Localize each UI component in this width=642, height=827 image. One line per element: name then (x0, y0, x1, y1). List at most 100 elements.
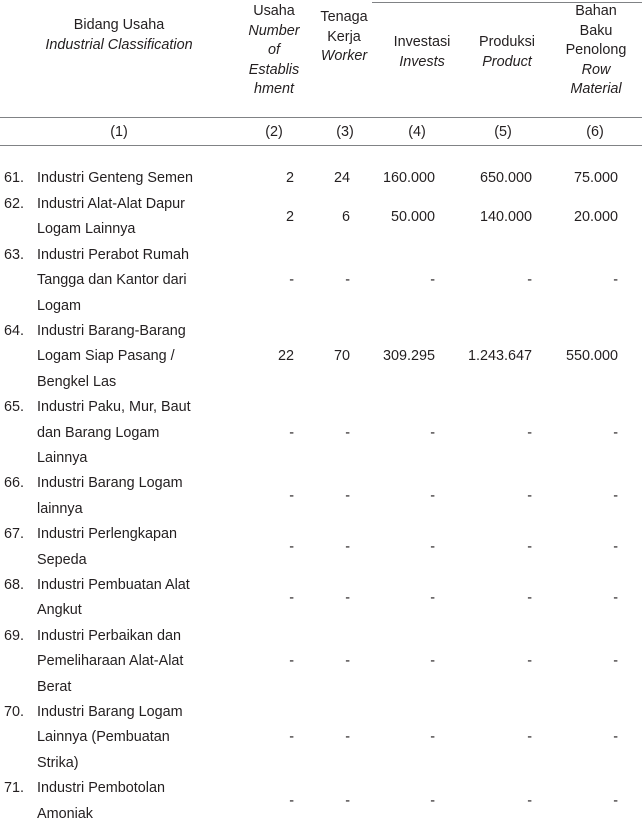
row-value-col6: - (613, 424, 618, 441)
column-header-product-id: Produksi (479, 34, 535, 50)
row-value-col2: - (289, 653, 294, 670)
column-header-classification: Bidang Usaha Industrial Classification (2, 16, 236, 55)
column-header-invests: Investasi Invests (378, 33, 466, 72)
row-value-col3: - (345, 589, 350, 606)
row-value-col6: 550.000 (565, 348, 618, 365)
row-value-col5: - (527, 589, 532, 606)
table-row-inner: 69. Industri Perbaikan dan Pemeliharaan Al… (0, 624, 642, 700)
column-header-establishment: Usaha Number of Establis hment (240, 2, 308, 100)
row-value-col5: 140.000 (479, 208, 532, 225)
table-row: 64. Industri Barang-Barang Logam Siap Pasa… (0, 319, 642, 395)
column-header-establishment-id: Usaha (253, 3, 295, 19)
row-value-col3: 6 (341, 208, 350, 225)
row-value-col2: 22 (277, 348, 294, 365)
row-value-col5: - (527, 538, 532, 555)
column-header-worker-id-line2: Kerja (327, 28, 361, 45)
row-value-col3: - (345, 488, 350, 505)
table-row-inner: 70. Industri Barang Logam Lainnya (Pembuat… (0, 700, 642, 776)
row-value-col2: 2 (285, 170, 294, 186)
row-value-col4: - (430, 538, 435, 555)
table-row-inner: 61. Industri Genteng Semen 2 24 160.000 650.0… (0, 166, 642, 192)
row-value-col3: - (345, 272, 350, 289)
row-value-col6: 75.000 (573, 170, 618, 186)
row-value-col3: - (345, 538, 350, 555)
table-row: 68. Industri Pembuatan Alat Angkut - - - - - (0, 573, 642, 624)
row-value-col5: - (527, 272, 532, 289)
column-header-establishment-en-line1: Number (248, 22, 300, 39)
row-value-col5: 650.000 (479, 170, 532, 186)
row-value-col5: - (527, 653, 532, 670)
column-header-worker-en: Worker (320, 48, 368, 65)
table-row: 61. Industri Genteng Semen 2 24 160.000 650.0… (0, 166, 642, 192)
row-value-col4: - (430, 272, 435, 289)
table-row: 67. Industri Perlengkapan Sepeda - - - - - (0, 522, 642, 573)
row-value-col5: - (527, 729, 532, 746)
row-value-col3: 24 (333, 170, 350, 186)
table-row: 71. Industri Pembotolan Amoniak - - - - - (0, 776, 642, 827)
column-header-worker-id-line1: Tenaga (320, 9, 368, 25)
table-row-inner: 67. Industri Perlengkapan Sepeda - - - - - (0, 522, 642, 573)
column-number-3: (3) (336, 124, 354, 140)
table-body: 61. Industri Genteng Semen 2 24 160.000 650.0… (0, 146, 642, 827)
column-header-invests-id: Investasi (393, 34, 451, 50)
row-value-col6: - (613, 488, 618, 505)
column-number-1: (1) (110, 124, 128, 140)
row-value-col6: - (613, 653, 618, 670)
row-value-col5: - (527, 424, 532, 441)
table-row-inner: 63. Industri Perabot Rumah Tangga dan Kant… (0, 243, 642, 319)
row-value-col4: 309.295 (382, 348, 435, 365)
row-value-col2: - (289, 538, 294, 555)
row-value-col2: - (289, 589, 294, 606)
row-value-col4: - (430, 589, 435, 606)
table-row-inner: 66. Industri Barang Logam lainnya - - - - - (0, 471, 642, 522)
table-row: 65. Industri Paku, Mur, Baut dan Barang Lo… (0, 395, 642, 471)
row-value-col6: - (613, 272, 618, 289)
column-header-establishment-en-line2: of (267, 42, 280, 59)
row-value-col3: - (345, 729, 350, 746)
row-values: ----- (0, 573, 642, 624)
column-header-establishment-en-line4: hment (254, 81, 294, 98)
row-values: ----- (0, 700, 642, 776)
row-value-col5: - (527, 488, 532, 505)
row-values: 22 70 309.295 1.243.647 550.000 (0, 319, 642, 395)
row-values: ----- (0, 522, 642, 573)
table-row-inner: 65. Industri Paku, Mur, Baut dan Barang Lo… (0, 395, 642, 471)
row-value-col2: - (289, 729, 294, 746)
column-header-raw-material: Bahan Baku Penolong Row Material (552, 2, 640, 100)
row-value-col4: 50.000 (390, 208, 435, 225)
table-row-inner: 62. Industri Alat-Alat Dapur Logam Lainnya… (0, 192, 642, 243)
column-number-4: (4) (408, 124, 426, 140)
column-header-raw-material-en-line2: Material (570, 81, 622, 98)
row-values: ----- (0, 776, 642, 827)
column-header-raw-material-id-line3: Penolong (565, 42, 627, 59)
row-value-col2: - (289, 792, 294, 809)
row-value-col6: 20.000 (573, 208, 618, 225)
row-value-col4: 160.000 (382, 170, 435, 186)
row-value-col2: - (289, 424, 294, 441)
column-header-establishment-en-line3: Establis (248, 61, 300, 78)
row-value-col2: - (289, 272, 294, 289)
row-value-col6: - (613, 589, 618, 606)
column-number-5: (5) (494, 124, 512, 140)
table-row-inner: 64. Industri Barang-Barang Logam Siap Pasa… (0, 319, 642, 395)
column-number-6: (6) (586, 124, 604, 140)
row-value-col4: - (430, 488, 435, 505)
row-value-col3: 70 (333, 348, 350, 365)
column-header-invests-en: Invests (399, 53, 445, 70)
column-number-row: (1) (2) (3) (4) (5) (6) (0, 118, 642, 145)
table-row: 66. Industri Barang Logam lainnya - - - - - (0, 471, 642, 522)
row-values: ----- (0, 395, 642, 471)
row-value-col4: - (430, 424, 435, 441)
table-row-inner: 71. Industri Pembotolan Amoniak - - - - - (0, 776, 642, 827)
row-value-col2: - (289, 488, 294, 505)
row-value-col6: - (613, 538, 618, 555)
table-row: 63. Industri Perabot Rumah Tangga dan Kant… (0, 243, 642, 319)
column-header-raw-material-id-line1: Bahan (575, 3, 617, 19)
table-row-inner: 68. Industri Pembuatan Alat Angkut - - - - - (0, 573, 642, 624)
table-row: 69. Industri Perbaikan dan Pemeliharaan Al… (0, 624, 642, 700)
table-row: 70. Industri Barang Logam Lainnya (Pembuat… (0, 700, 642, 776)
row-values: 2 6 50.000 140.000 20.000 (0, 192, 642, 243)
body-top-spacer (0, 146, 642, 166)
column-header-worker: Tenaga Kerja Worker (310, 8, 378, 67)
document-page: Bidang Usaha Industrial Classification U… (0, 0, 642, 822)
